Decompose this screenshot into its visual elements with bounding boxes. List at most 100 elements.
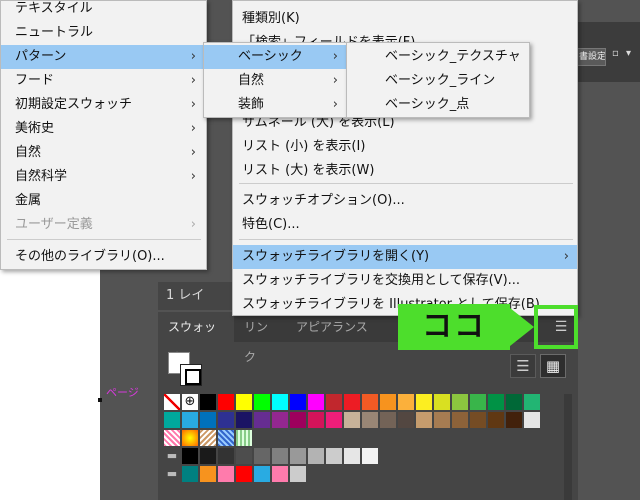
color-swatch[interactable] <box>272 448 288 464</box>
color-swatch[interactable] <box>326 448 342 464</box>
color-swatch[interactable] <box>218 466 234 482</box>
color-swatch[interactable] <box>218 448 234 464</box>
color-swatch[interactable] <box>272 394 288 410</box>
arrange-icon[interactable]: ▫ <box>612 48 624 62</box>
color-swatch[interactable] <box>290 412 306 428</box>
color-swatch[interactable] <box>506 394 522 410</box>
document-setup-button[interactable]: 書設定 <box>576 48 606 66</box>
color-swatch[interactable] <box>398 412 414 428</box>
color-swatch[interactable] <box>362 448 378 464</box>
tab-swatches[interactable]: スウォッチ <box>158 312 234 364</box>
stroke-color-swatch[interactable] <box>180 364 202 386</box>
color-swatch[interactable] <box>236 394 252 410</box>
color-swatch[interactable] <box>380 394 396 410</box>
grid-view-icon[interactable]: ▦ <box>540 354 566 378</box>
panel-menu-item[interactable]: スウォッチオプション(O)... <box>233 189 577 213</box>
list-view-icon[interactable]: ☰ <box>510 354 536 378</box>
color-swatch[interactable] <box>326 412 342 428</box>
color-swatch[interactable] <box>290 394 306 410</box>
basic-pattern-item[interactable]: ベーシック_テクスチャ <box>347 45 529 69</box>
color-swatch[interactable] <box>182 448 198 464</box>
color-swatch[interactable] <box>308 412 324 428</box>
color-swatch[interactable] <box>398 394 414 410</box>
color-swatch[interactable] <box>236 448 252 464</box>
panel-menu-item[interactable]: 特色(C)... <box>233 213 577 237</box>
chevron-down-icon[interactable]: ▾ <box>626 48 638 62</box>
color-swatch[interactable] <box>470 394 486 410</box>
color-swatch[interactable] <box>254 412 270 428</box>
color-swatch[interactable] <box>254 466 270 482</box>
color-swatch[interactable] <box>200 412 216 428</box>
library-menu-item[interactable]: 初期設定スウォッチ › <box>1 93 206 117</box>
color-swatch[interactable] <box>524 394 540 410</box>
color-swatch[interactable] <box>380 412 396 428</box>
color-swatch[interactable] <box>200 466 216 482</box>
color-swatch[interactable] <box>326 394 342 410</box>
color-swatch[interactable] <box>236 412 252 428</box>
color-swatch[interactable] <box>218 394 234 410</box>
panel-menu-item[interactable]: 種類別(K) <box>233 7 577 31</box>
library-menu-item[interactable]: その他のライブラリ(O)... <box>1 245 206 269</box>
color-swatch[interactable] <box>416 412 432 428</box>
library-menu-item[interactable]: 自然 › <box>1 141 206 165</box>
color-swatch[interactable] <box>362 412 378 428</box>
color-swatch[interactable] <box>254 394 270 410</box>
panel-menu-item[interactable]: スウォッチライブラリを交換用として保存(V)... <box>233 269 577 293</box>
library-menu-item[interactable]: ニュートラル <box>1 21 206 45</box>
library-menu-item[interactable]: テキスタイル <box>1 0 206 21</box>
library-menu-item[interactable]: フード › <box>1 69 206 93</box>
registration-swatch[interactable]: ⊕ <box>182 394 198 410</box>
color-swatch[interactable] <box>524 412 540 428</box>
pattern-swatch[interactable] <box>218 430 234 446</box>
color-swatch[interactable] <box>290 466 306 482</box>
color-swatch[interactable] <box>272 412 288 428</box>
color-swatch[interactable] <box>488 412 504 428</box>
color-swatch[interactable] <box>182 412 198 428</box>
menu-item-label: 特色(C)... <box>242 217 300 232</box>
library-menu-item[interactable]: 美術史 › <box>1 117 206 141</box>
color-swatch[interactable] <box>200 448 216 464</box>
basic-pattern-item[interactable]: ベーシック_ライン <box>347 69 529 93</box>
pattern-swatch[interactable] <box>236 430 252 446</box>
color-swatch[interactable] <box>344 412 360 428</box>
none-swatch[interactable] <box>164 394 180 410</box>
color-swatch[interactable] <box>452 412 468 428</box>
color-swatch[interactable] <box>254 448 270 464</box>
library-menu-item[interactable]: パターン › <box>1 45 206 69</box>
color-swatch[interactable] <box>200 394 216 410</box>
color-swatch[interactable] <box>218 412 234 428</box>
pattern-submenu-item[interactable]: 装飾 › <box>204 93 346 117</box>
basic-pattern-item[interactable]: ベーシック_点 <box>347 93 529 117</box>
menu-item-label: その他のライブラリ(O)... <box>15 249 165 264</box>
color-swatch[interactable] <box>236 466 252 482</box>
pattern-submenu-item[interactable]: 自然 › <box>204 69 346 93</box>
color-swatch[interactable] <box>452 394 468 410</box>
gradient-swatch[interactable] <box>182 430 198 446</box>
folder-icon[interactable]: ▬ <box>164 466 180 482</box>
color-swatch[interactable] <box>506 412 522 428</box>
color-swatch[interactable] <box>416 394 432 410</box>
color-swatch[interactable] <box>488 394 504 410</box>
color-swatch[interactable] <box>434 412 450 428</box>
panel-menu-item[interactable]: スウォッチライブラリを開く(Y) › <box>233 245 577 269</box>
color-swatch[interactable] <box>344 394 360 410</box>
color-swatch[interactable] <box>308 394 324 410</box>
color-swatch[interactable] <box>272 466 288 482</box>
pattern-submenu-item[interactable]: ベーシック › <box>204 45 346 69</box>
panel-menu-item[interactable]: リスト (大) を表示(W) <box>233 159 577 183</box>
library-menu-item[interactable]: 自然科学 › <box>1 165 206 189</box>
panel-menu-item[interactable]: リスト (小) を表示(I) <box>233 135 577 159</box>
color-swatch[interactable] <box>470 412 486 428</box>
pattern-swatch[interactable] <box>164 430 180 446</box>
color-swatch[interactable] <box>308 448 324 464</box>
swatch-scrollbar[interactable] <box>564 394 572 500</box>
library-menu-item[interactable]: 金属 <box>1 189 206 213</box>
color-swatch[interactable] <box>290 448 306 464</box>
pattern-swatch[interactable] <box>200 430 216 446</box>
color-swatch[interactable] <box>164 412 180 428</box>
color-swatch[interactable] <box>182 466 198 482</box>
color-swatch[interactable] <box>362 394 378 410</box>
folder-icon[interactable]: ▬ <box>164 448 180 464</box>
color-swatch[interactable] <box>434 394 450 410</box>
color-swatch[interactable] <box>344 448 360 464</box>
